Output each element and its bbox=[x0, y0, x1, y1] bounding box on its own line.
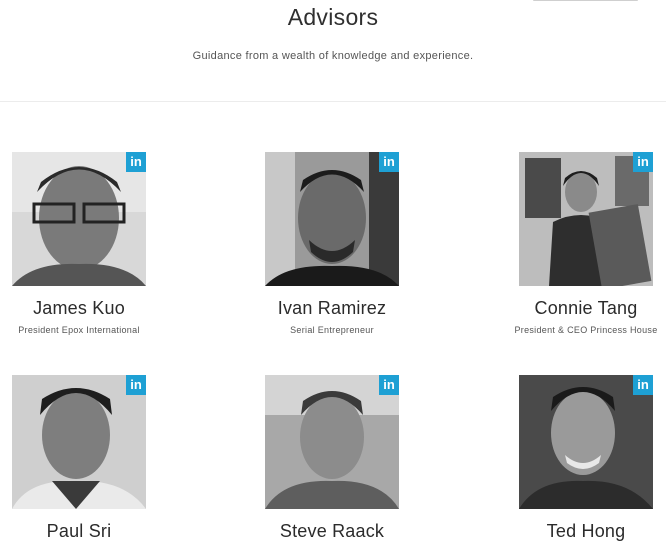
advisor-name: Connie Tang bbox=[534, 298, 638, 318]
advisor-name: Paul Sri bbox=[46, 521, 112, 541]
advisor-card: in Connie Tang President & CEO Princess … bbox=[476, 152, 666, 335]
page-subtitle: Guidance from a wealth of knowledge and … bbox=[192, 50, 474, 62]
linkedin-icon[interactable]: in bbox=[126, 375, 146, 395]
linkedin-icon[interactable]: in bbox=[379, 375, 399, 395]
linkedin-icon[interactable]: in bbox=[633, 375, 653, 395]
advisor-card: in Steve Raack bbox=[222, 375, 442, 548]
advisor-card: in James Kuo President Epox Internationa… bbox=[0, 152, 189, 335]
portrait-image bbox=[519, 152, 653, 286]
portrait-image bbox=[265, 152, 399, 286]
portrait-image bbox=[12, 152, 146, 286]
linkedin-icon[interactable]: in bbox=[126, 152, 146, 172]
portrait-image bbox=[12, 375, 146, 509]
top-decoration bbox=[533, 0, 638, 1]
advisor-photo: in bbox=[265, 375, 399, 509]
advisor-name: Ted Hong bbox=[546, 521, 626, 541]
advisor-role: President & CEO Princess House bbox=[514, 325, 658, 335]
advisor-name: Steve Raack bbox=[279, 521, 385, 541]
advisor-role: Serial Entrepreneur bbox=[290, 325, 374, 335]
advisor-card: in Ivan Ramirez Serial Entrepreneur bbox=[222, 152, 442, 335]
linkedin-icon[interactable]: in bbox=[379, 152, 399, 172]
advisor-photo: in bbox=[12, 152, 146, 286]
linkedin-icon[interactable]: in bbox=[633, 152, 653, 172]
advisor-name: Ivan Ramirez bbox=[277, 298, 387, 318]
advisor-photo: in bbox=[265, 152, 399, 286]
advisor-role: President Epox International bbox=[18, 325, 140, 335]
portrait-image bbox=[519, 375, 653, 509]
page-title: Advisors bbox=[287, 4, 379, 30]
advisor-photo: in bbox=[519, 152, 653, 286]
section-divider bbox=[0, 101, 666, 102]
advisor-card: in Ted Hong bbox=[476, 375, 666, 548]
advisor-photo: in bbox=[12, 375, 146, 509]
advisor-photo: in bbox=[519, 375, 653, 509]
advisor-card: in Paul Sri bbox=[0, 375, 189, 548]
advisor-name: James Kuo bbox=[33, 298, 125, 318]
portrait-image bbox=[265, 375, 399, 509]
